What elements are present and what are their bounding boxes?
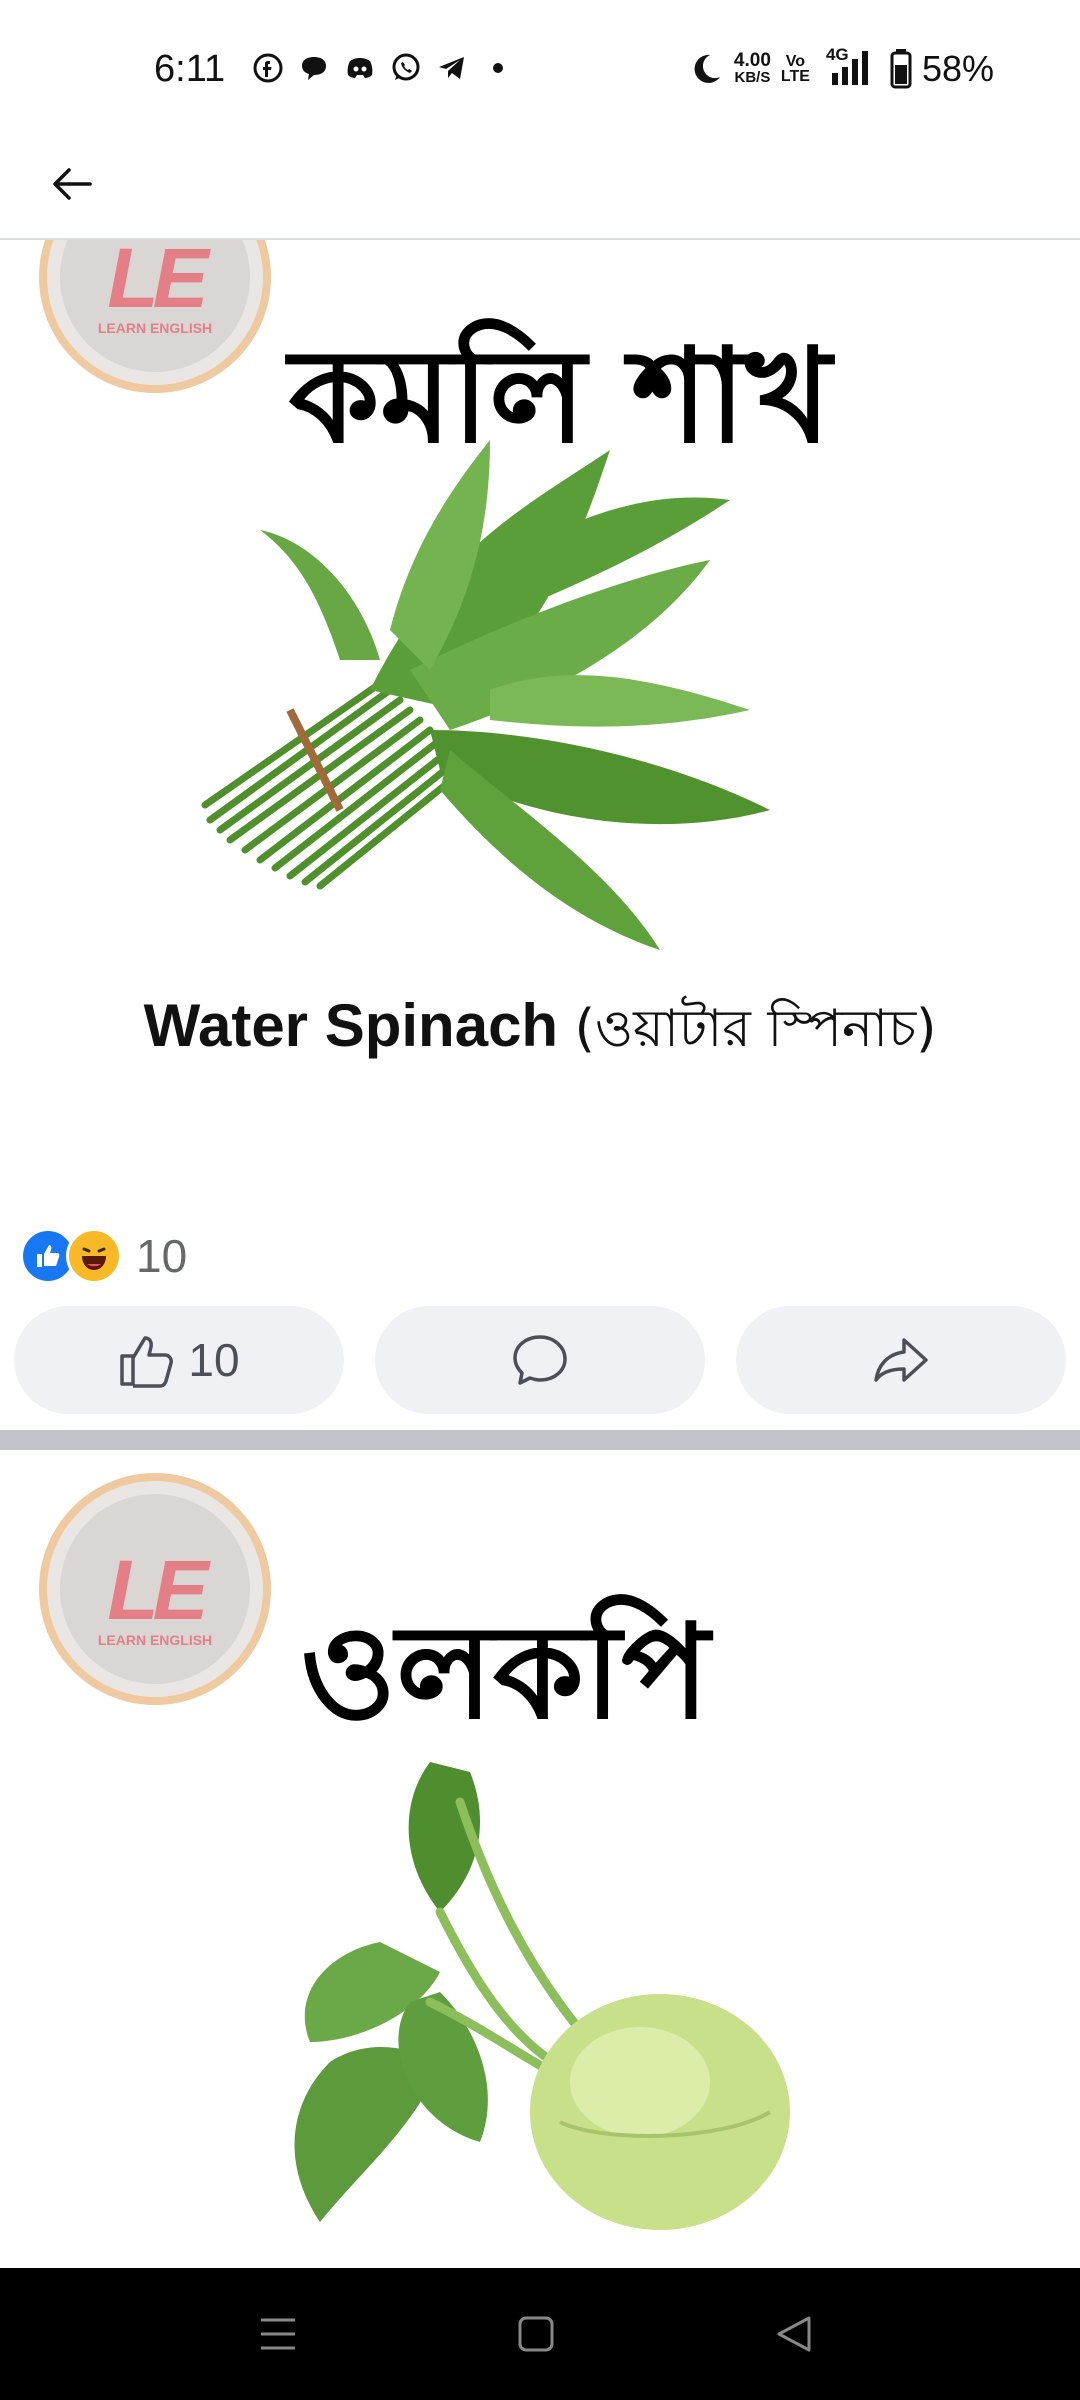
home-button[interactable] <box>508 2306 564 2362</box>
back-nav-button[interactable] <box>766 2306 822 2362</box>
reaction-summary[interactable]: 10 <box>20 1228 187 1284</box>
dot-icon <box>493 63 503 73</box>
post-separator <box>0 1430 1080 1450</box>
back-button[interactable] <box>44 156 100 212</box>
haha-reaction-icon <box>66 1228 122 1284</box>
share-icon <box>874 1338 928 1382</box>
moon-icon <box>694 54 720 83</box>
post-caption: Water Spinach (ওয়াটার স্পিনাচ) <box>0 988 1080 1075</box>
discord-icon <box>347 58 373 78</box>
telegram-icon <box>439 57 464 79</box>
volte-indicator: Vo LTE <box>780 53 810 85</box>
menu-icon <box>261 2318 295 2350</box>
battery-icon <box>890 49 912 89</box>
net-speed: 4.00 KB/S <box>733 50 771 86</box>
post-actions: 10 <box>14 1306 1066 1414</box>
post-image-2[interactable]: LE LEARN ENGLISH ওলকপি <box>0 1452 1080 2268</box>
kohlrabi-image <box>294 1762 790 2230</box>
notification-icons <box>252 52 514 84</box>
thumbs-up-icon <box>120 1336 174 1388</box>
arrow-left-icon <box>53 168 92 200</box>
recent-apps-button[interactable] <box>250 2306 306 2362</box>
caption-english: Water Spinach <box>143 992 559 1059</box>
reaction-count: 10 <box>136 1230 188 1282</box>
water-spinach-image <box>201 440 770 950</box>
back-triangle-icon <box>777 2316 811 2352</box>
app-header <box>0 140 1080 240</box>
whatsapp-icon <box>392 53 420 81</box>
status-time: 6:11 <box>154 48 226 90</box>
like-button[interactable]: 10 <box>14 1306 344 1414</box>
comment-button[interactable] <box>375 1306 705 1414</box>
system-indicators: 4.00 KB/S Vo LTE 4G 58% <box>688 45 994 90</box>
home-square-icon <box>518 2316 554 2352</box>
caption-bengali: (ওয়াটার স্পিনাচ) <box>558 999 937 1059</box>
system-nav-bar <box>0 2268 1080 2400</box>
facebook-icon <box>253 53 283 83</box>
signal-label: 4G <box>825 45 849 64</box>
chat-bubble-icon <box>302 57 326 80</box>
volte-bottom: LTE <box>780 68 810 85</box>
like-count: 10 <box>188 1334 240 1386</box>
status-bar: 6:11 4.00 KB/S Vo LTE 4G 58% <box>0 0 1080 140</box>
battery-percent: 58% <box>921 48 994 89</box>
comment-icon <box>513 1335 567 1385</box>
post-image[interactable]: LE LEARN ENGLISH কমলি শাখ Water Spinach … <box>0 240 1080 1170</box>
signal-icon: 4G <box>820 45 880 89</box>
share-button[interactable] <box>736 1306 1066 1414</box>
volte-top: Vo <box>785 53 806 70</box>
net-speed-value: 4.00 <box>733 50 771 71</box>
net-speed-unit: KB/S <box>734 69 771 86</box>
